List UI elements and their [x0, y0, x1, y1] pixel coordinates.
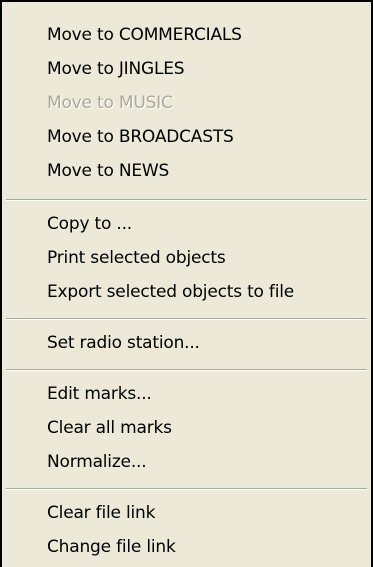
menu-item-set-radio-station[interactable]: Set radio station... — [47, 330, 200, 356]
menu-separator — [6, 199, 367, 201]
menu-separator — [6, 318, 367, 320]
menu-item-clear-all-marks[interactable]: Clear all marks — [47, 415, 172, 441]
menu-item-change-file-link[interactable]: Change file link — [47, 534, 176, 560]
menu-separator — [6, 369, 367, 371]
menu-item-move-to-jingles[interactable]: Move to JINGLES — [47, 56, 185, 82]
menu-item-move-to-commercials[interactable]: Move to COMMERCIALS — [47, 22, 242, 48]
menu-item-move-to-broadcasts[interactable]: Move to BROADCASTS — [47, 124, 234, 150]
menu-separator — [6, 488, 367, 490]
menu-item-move-to-news[interactable]: Move to NEWS — [47, 158, 169, 184]
menu-item-copy-to[interactable]: Copy to ... — [47, 211, 132, 237]
context-menu: Move to COMMERCIALS Move to JINGLES Move… — [0, 0, 373, 567]
menu-item-clear-file-link[interactable]: Clear file link — [47, 500, 155, 526]
menu-item-move-to-music: Move to MUSIC — [47, 93, 173, 113]
menu-item-edit-marks[interactable]: Edit marks... — [47, 381, 152, 407]
menu-item-export-selected-objects[interactable]: Export selected objects to file — [47, 279, 294, 305]
menu-item-print-selected-objects[interactable]: Print selected objects — [47, 245, 226, 271]
menu-item-normalize[interactable]: Normalize... — [47, 449, 147, 475]
